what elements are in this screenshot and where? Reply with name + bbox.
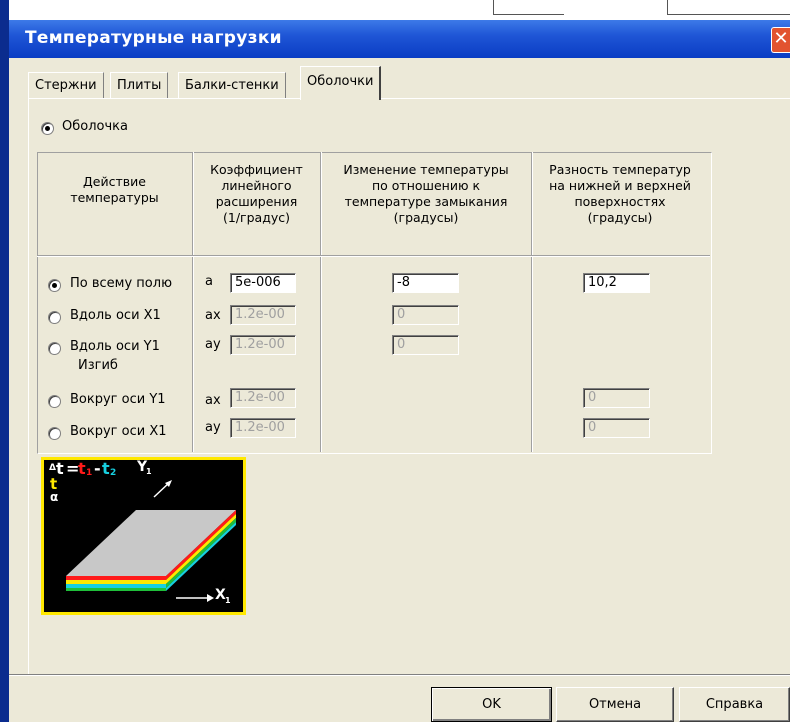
radio-along-x1[interactable] (48, 311, 61, 324)
plate-layer-green (66, 588, 166, 591)
radio-along-y1[interactable] (48, 342, 61, 355)
coef-symbol: a (205, 274, 213, 289)
radio-around-y1[interactable] (48, 395, 61, 408)
coef-symbol: ay (205, 420, 221, 435)
label-around-x1: Вокруг оси X1 (70, 424, 167, 439)
temperature-difference-input[interactable]: 10,2 (583, 273, 650, 293)
header-coefficient: Коэффициент линейного расширения (1/град… (210, 162, 303, 225)
coef-around-x1-input[interactable]: 1.2e-00 (230, 418, 296, 438)
radio-whole-field[interactable] (48, 279, 61, 292)
header-temperature-change: Изменение температуры по отношению к тем… (343, 162, 509, 225)
plate-layer-yellow (66, 580, 166, 584)
alpha-label: α (50, 490, 59, 504)
label-along-x1: Вдоль оси X1 (70, 308, 161, 323)
close-button[interactable]: ✕ (771, 27, 790, 53)
dialog-title: Температурные нагрузки (25, 28, 282, 48)
y1-subscript: 1 (146, 467, 152, 476)
change-along-x1-input[interactable]: 0 (392, 305, 459, 325)
background-app-strip (0, 0, 790, 20)
tab-shells[interactable]: Оболочки (300, 66, 382, 100)
ok-button[interactable]: OK (431, 687, 552, 722)
label-along-y1: Вдоль оси Y1 (70, 339, 160, 354)
temperature-change-input[interactable]: -8 (392, 273, 459, 293)
label-around-y1: Вокруг оси Y1 (70, 392, 166, 407)
t2-subscript: 2 (110, 468, 117, 478)
t1-subscript: 1 (86, 468, 93, 478)
x-axis-arrowhead (207, 594, 214, 602)
plate-layer-red (66, 576, 166, 580)
dialog-titlebar[interactable]: Температурные нагрузки ✕ (9, 20, 790, 58)
help-button[interactable]: Справка (679, 687, 790, 722)
shell-radio-label: Оболочка (62, 119, 128, 134)
plate-layer-cyan (66, 584, 166, 588)
cancel-button[interactable]: Отмена (556, 687, 674, 722)
header-action: Действие температуры (70, 174, 159, 205)
change-along-y1-input[interactable]: 0 (392, 335, 459, 355)
close-icon: ✕ (773, 28, 789, 49)
coef-symbol: ax (205, 308, 221, 323)
coef-along-y1-input[interactable]: 1.2e-00 (230, 335, 296, 355)
delta-symbol: Δ (49, 463, 56, 473)
coef-whole-field-input[interactable]: 5e-006 (230, 273, 296, 293)
coef-around-y1-input[interactable]: 1.2e-00 (230, 388, 296, 408)
x1-subscript: 1 (225, 596, 231, 605)
footer-separator (9, 674, 790, 675)
background-fragment (493, 0, 564, 15)
coef-symbol: ax (205, 393, 221, 408)
shell-radio[interactable] (41, 122, 54, 135)
t2-symbol: t (102, 459, 110, 478)
bending-group-label: Изгиб (78, 358, 118, 373)
diff-around-x1-input[interactable]: 0 (583, 418, 650, 438)
tab-plates[interactable]: Плиты (110, 72, 169, 99)
radio-around-x1[interactable] (48, 427, 61, 440)
background-fragment (667, 0, 790, 15)
temperature-diagram: Δ t = t 1 - t 2 Y 1 t α X 1 (41, 457, 246, 615)
tab-deep-beams[interactable]: Балки-стенки (178, 72, 286, 99)
header-temperature-difference: Разность температур на нижней и верхней … (549, 162, 691, 225)
coef-symbol: ay (205, 337, 221, 352)
plate-illustration (66, 480, 236, 602)
coef-along-x1-input[interactable]: 1.2e-00 (230, 305, 296, 325)
tab-rods[interactable]: Стержни (28, 72, 104, 99)
header-divider (37, 255, 710, 256)
label-whole-field: По всему полю (70, 276, 173, 291)
minus-symbol: - (94, 459, 101, 478)
t1-symbol: t (78, 459, 86, 478)
window-left-edge (0, 0, 9, 722)
diff-around-y1-input[interactable]: 0 (583, 388, 650, 408)
